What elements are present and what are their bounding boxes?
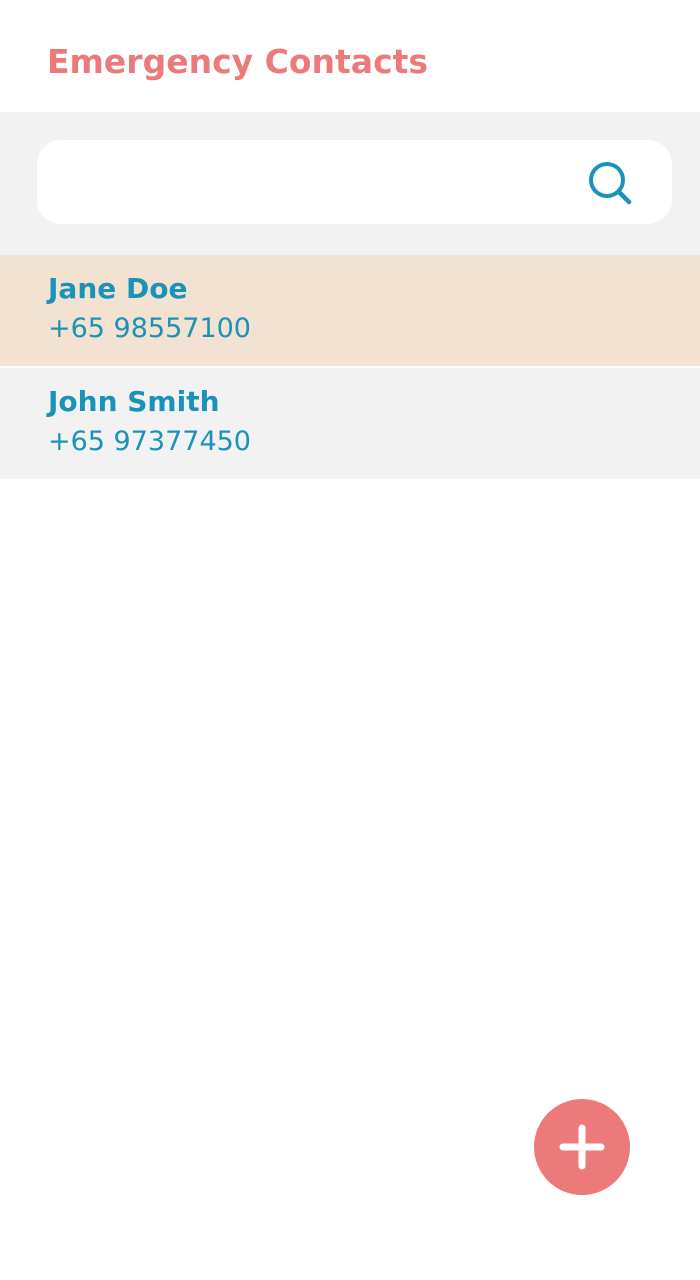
contact-name: John Smith <box>48 385 220 418</box>
search-bar-area <box>0 112 700 255</box>
search-input[interactable] <box>59 140 579 224</box>
contact-list-item-john-smith[interactable]: John Smith +65 97377450 <box>0 368 700 479</box>
contact-name: Jane Doe <box>48 272 188 305</box>
contact-phone: +65 98557100 <box>48 313 251 344</box>
search-icon[interactable] <box>587 160 633 206</box>
contact-list-item-jane-doe[interactable]: Jane Doe +65 98557100 <box>0 255 700 366</box>
contact-list: Jane Doe +65 98557100 John Smith +65 973… <box>0 255 700 479</box>
contact-phone: +65 97377450 <box>48 426 251 457</box>
search-box[interactable] <box>37 140 672 224</box>
page-title: Emergency Contacts <box>47 42 429 81</box>
app-header: Emergency Contacts <box>0 0 700 112</box>
plus-icon <box>559 1124 605 1170</box>
add-contact-button[interactable] <box>534 1099 630 1195</box>
